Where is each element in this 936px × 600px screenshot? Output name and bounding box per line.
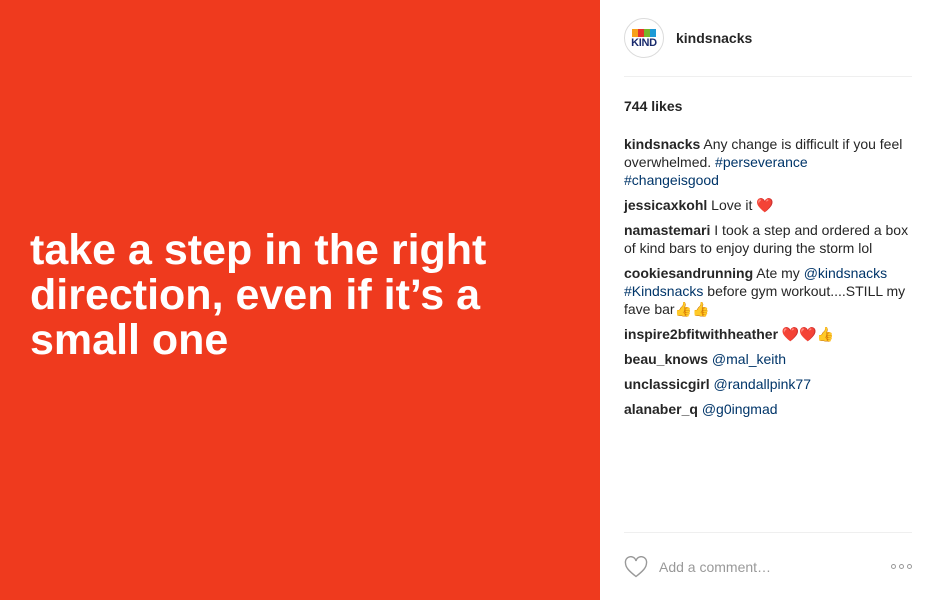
mention-link[interactable]: @randallpink77 bbox=[713, 376, 811, 392]
comment-username[interactable]: kindsnacks bbox=[624, 136, 700, 152]
likes-count[interactable]: 744 likes bbox=[624, 98, 912, 114]
add-comment-input[interactable] bbox=[659, 558, 859, 575]
post-image-line: take a step in the right bbox=[30, 226, 487, 274]
username-link[interactable]: kindsnacks bbox=[676, 30, 752, 46]
mention-link[interactable]: @kindsnacks bbox=[804, 265, 887, 281]
instagram-post: take a step in the right direction, even… bbox=[0, 0, 936, 600]
comment-username[interactable]: inspire2bfitwithheather bbox=[624, 326, 778, 342]
comment-username[interactable]: cookiesandrunning bbox=[624, 265, 753, 281]
hashtag-link[interactable]: #changeisgood bbox=[624, 172, 719, 188]
heart-outline-icon[interactable] bbox=[624, 555, 648, 578]
kind-logo-bars bbox=[632, 28, 656, 37]
post-image-line: small one bbox=[30, 316, 229, 364]
mention-link[interactable]: @g0ingmad bbox=[702, 401, 778, 417]
comment-bar bbox=[624, 532, 912, 600]
comment-username[interactable]: unclassicgirl bbox=[624, 376, 710, 392]
comment-text: Love it bbox=[707, 197, 757, 213]
comment-item: kindsnacks Any change is difficult if yo… bbox=[624, 135, 912, 189]
comment-username[interactable]: jessicaxkohl bbox=[624, 197, 707, 213]
post-image-text: take a step in the right direction, even… bbox=[30, 228, 590, 363]
comment-username[interactable]: beau_knows bbox=[624, 351, 708, 367]
comment-text: Ate my bbox=[753, 265, 804, 281]
comment-username[interactable]: namastemari bbox=[624, 222, 710, 238]
hashtag-link[interactable]: #Kindsnacks bbox=[624, 283, 703, 299]
mention-link[interactable]: @mal_keith bbox=[712, 351, 786, 367]
avatar[interactable]: KIND bbox=[624, 18, 664, 58]
avatar-logo-text: KIND bbox=[631, 36, 657, 49]
heart-emoji-icon: ❤️ bbox=[756, 197, 774, 213]
comment-item: cookiesandrunning Ate my @kindsnacks #Ki… bbox=[624, 264, 912, 318]
thumbs-up-emoji-icon: 👍👍 bbox=[674, 301, 710, 317]
comment-item: jessicaxkohl Love it ❤️ bbox=[624, 196, 912, 214]
comment-item: namastemari I took a step and ordered a … bbox=[624, 221, 912, 257]
comment-item: unclassicgirl @randallpink77 bbox=[624, 375, 912, 393]
post-header: KIND kindsnacks bbox=[624, 0, 912, 77]
post-image[interactable]: take a step in the right direction, even… bbox=[0, 0, 600, 600]
post-sidebar: KIND kindsnacks 744 likes kindsnacks Any… bbox=[600, 0, 936, 600]
comments-list: kindsnacks Any change is difficult if yo… bbox=[624, 135, 912, 418]
more-options-icon[interactable] bbox=[891, 564, 912, 569]
comment-item: beau_knows @mal_keith bbox=[624, 350, 912, 368]
comment-item: alanaber_q @g0ingmad bbox=[624, 400, 912, 418]
hearts-thumbs-emoji-icon: ❤️❤️👍 bbox=[778, 326, 835, 342]
comment-item: inspire2bfitwithheather ❤️❤️👍 bbox=[624, 325, 912, 343]
hashtag-link[interactable]: #perseverance bbox=[715, 154, 808, 170]
comment-username[interactable]: alanaber_q bbox=[624, 401, 698, 417]
post-image-line: direction, even if it’s a bbox=[30, 271, 481, 319]
